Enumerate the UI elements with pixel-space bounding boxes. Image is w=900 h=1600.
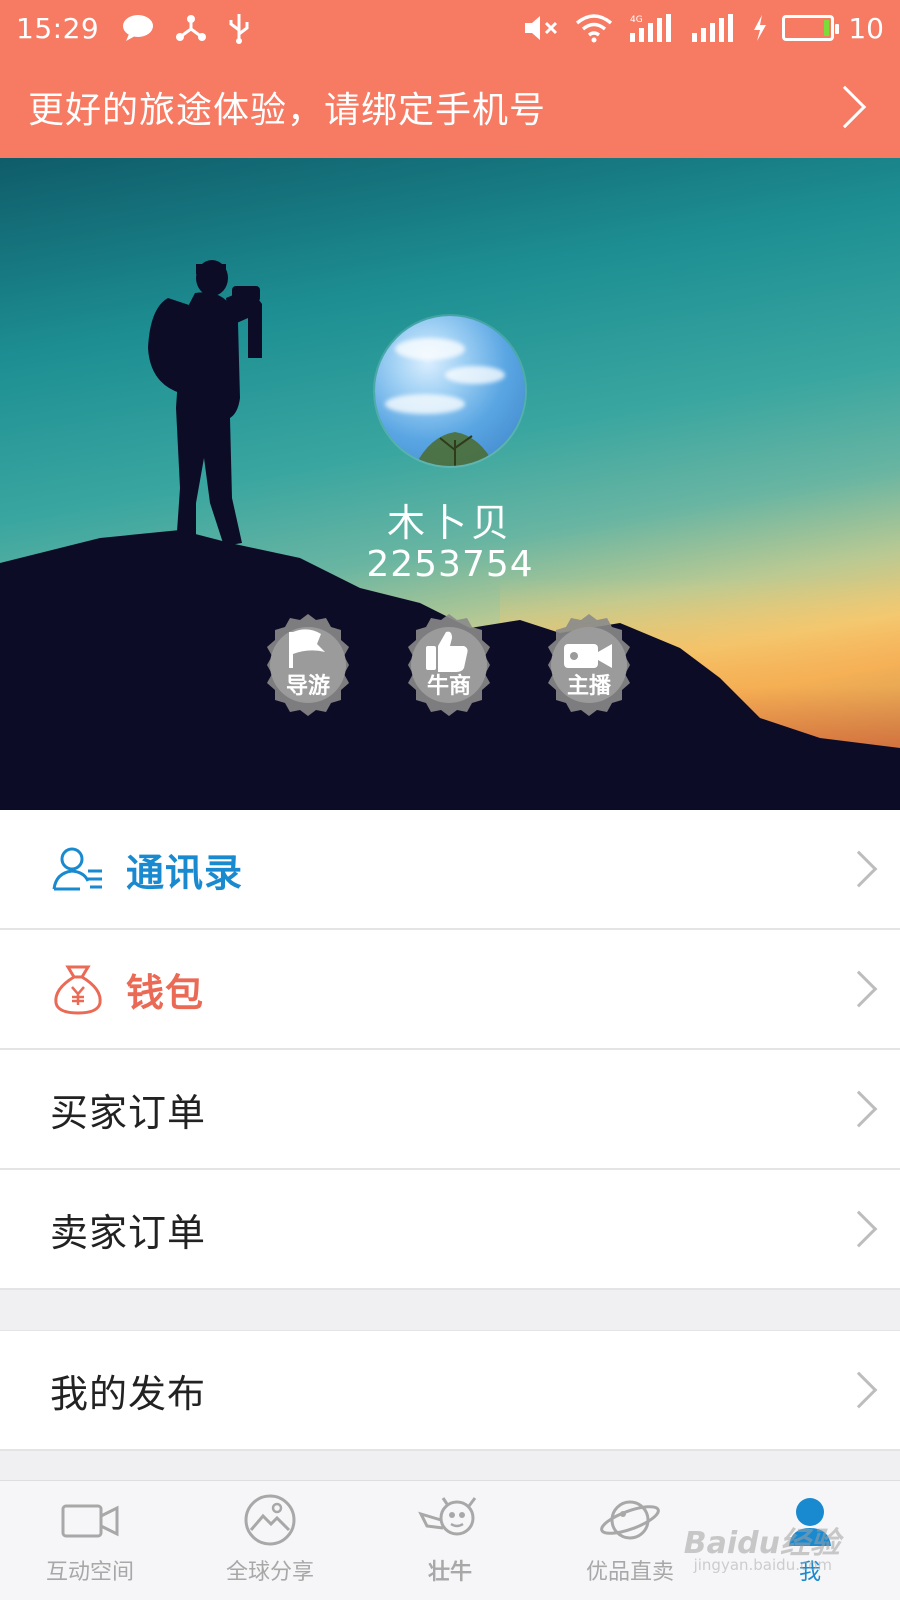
tab-label: 互动空间 bbox=[45, 1560, 134, 1585]
tab-label: 全球分享 bbox=[225, 1560, 314, 1585]
badge-guide[interactable]: 导游 bbox=[253, 610, 363, 720]
chat-icon bbox=[123, 15, 154, 41]
menu-item-contacts[interactable]: 通讯录 bbox=[0, 810, 900, 930]
menu-item-my-posts[interactable]: 我的发布 bbox=[0, 1331, 900, 1451]
menu-group-main: 通讯录 钱包 买家订单 卖家订单 bbox=[0, 810, 900, 1290]
chevron-right-icon bbox=[840, 850, 878, 888]
status-notification-icons bbox=[121, 12, 251, 44]
tab-zhuangniu[interactable]: 壮牛 bbox=[360, 1481, 540, 1600]
profile-header: 木卜贝 2253754 导游 牛商 主播 bbox=[0, 158, 900, 810]
usb-icon bbox=[229, 14, 249, 44]
chevron-right-icon bbox=[840, 1090, 878, 1128]
user-name: 木卜贝 bbox=[386, 501, 513, 545]
planet-icon bbox=[600, 1500, 660, 1540]
avatar[interactable] bbox=[375, 316, 525, 466]
badge-label: 主播 bbox=[566, 674, 611, 699]
watermark-url: jingyan.baidu.com bbox=[693, 1556, 832, 1574]
tab-interactive-space[interactable]: 互动空间 bbox=[0, 1481, 180, 1600]
money-bag-icon bbox=[54, 965, 102, 1015]
badge-merchant[interactable]: 牛商 bbox=[394, 610, 504, 720]
contacts-icon bbox=[52, 847, 102, 891]
status-time: 15:29 bbox=[16, 11, 100, 45]
avatar-tree-image bbox=[415, 432, 495, 466]
battery-icon bbox=[782, 15, 840, 41]
chevron-right-icon bbox=[823, 85, 867, 129]
menu-label-my-posts: 我的发布 bbox=[50, 1371, 207, 1416]
status-system-icons: 4G 10 bbox=[522, 12, 884, 45]
status-bar: 15:29 4G 10 bbox=[0, 0, 900, 56]
mute-icon bbox=[525, 16, 558, 40]
tab-label: 壮牛 bbox=[427, 1560, 472, 1585]
menu-label-contacts: 通讯录 bbox=[126, 850, 244, 895]
share-nodes-icon bbox=[176, 15, 207, 41]
user-id: 2253754 bbox=[366, 544, 534, 585]
bind-phone-text: 更好的旅途体验，请绑定手机号 bbox=[28, 90, 547, 131]
signal-bars-icon bbox=[692, 14, 734, 42]
wifi-icon bbox=[576, 14, 613, 43]
chevron-right-icon bbox=[840, 1210, 878, 1248]
image-icon bbox=[244, 1494, 296, 1546]
network-type-label: 4G bbox=[630, 15, 643, 25]
chevron-right-icon bbox=[840, 1371, 878, 1409]
chevron-right-icon bbox=[840, 970, 878, 1008]
menu-item-wallet[interactable]: 钱包 bbox=[0, 930, 900, 1050]
tab-global-share[interactable]: 全球分享 bbox=[180, 1481, 360, 1600]
menu-group-posts: 我的发布 bbox=[0, 1330, 900, 1451]
menu-label-buyer-orders: 买家订单 bbox=[50, 1090, 207, 1135]
menu-item-buyer-orders[interactable]: 买家订单 bbox=[0, 1050, 900, 1170]
video-camera-icon bbox=[61, 1504, 119, 1538]
badge-label: 牛商 bbox=[426, 674, 471, 699]
menu-item-seller-orders[interactable]: 卖家订单 bbox=[0, 1170, 900, 1290]
charging-icon bbox=[754, 15, 767, 41]
badge-streamer[interactable]: 主播 bbox=[534, 610, 644, 720]
menu-label-seller-orders: 卖家订单 bbox=[50, 1210, 207, 1255]
menu-label-wallet: 钱包 bbox=[126, 970, 205, 1015]
signal-4g-icon: 4G bbox=[630, 14, 672, 42]
badge-label: 导游 bbox=[285, 674, 330, 699]
tab-label: 优品直卖 bbox=[585, 1560, 674, 1585]
badge-row: 导游 牛商 主播 bbox=[0, 610, 900, 730]
bind-phone-banner[interactable]: 更好的旅途体验，请绑定手机号 bbox=[0, 56, 900, 158]
mascot-icon bbox=[418, 1497, 477, 1536]
battery-level: 10 bbox=[848, 11, 884, 45]
